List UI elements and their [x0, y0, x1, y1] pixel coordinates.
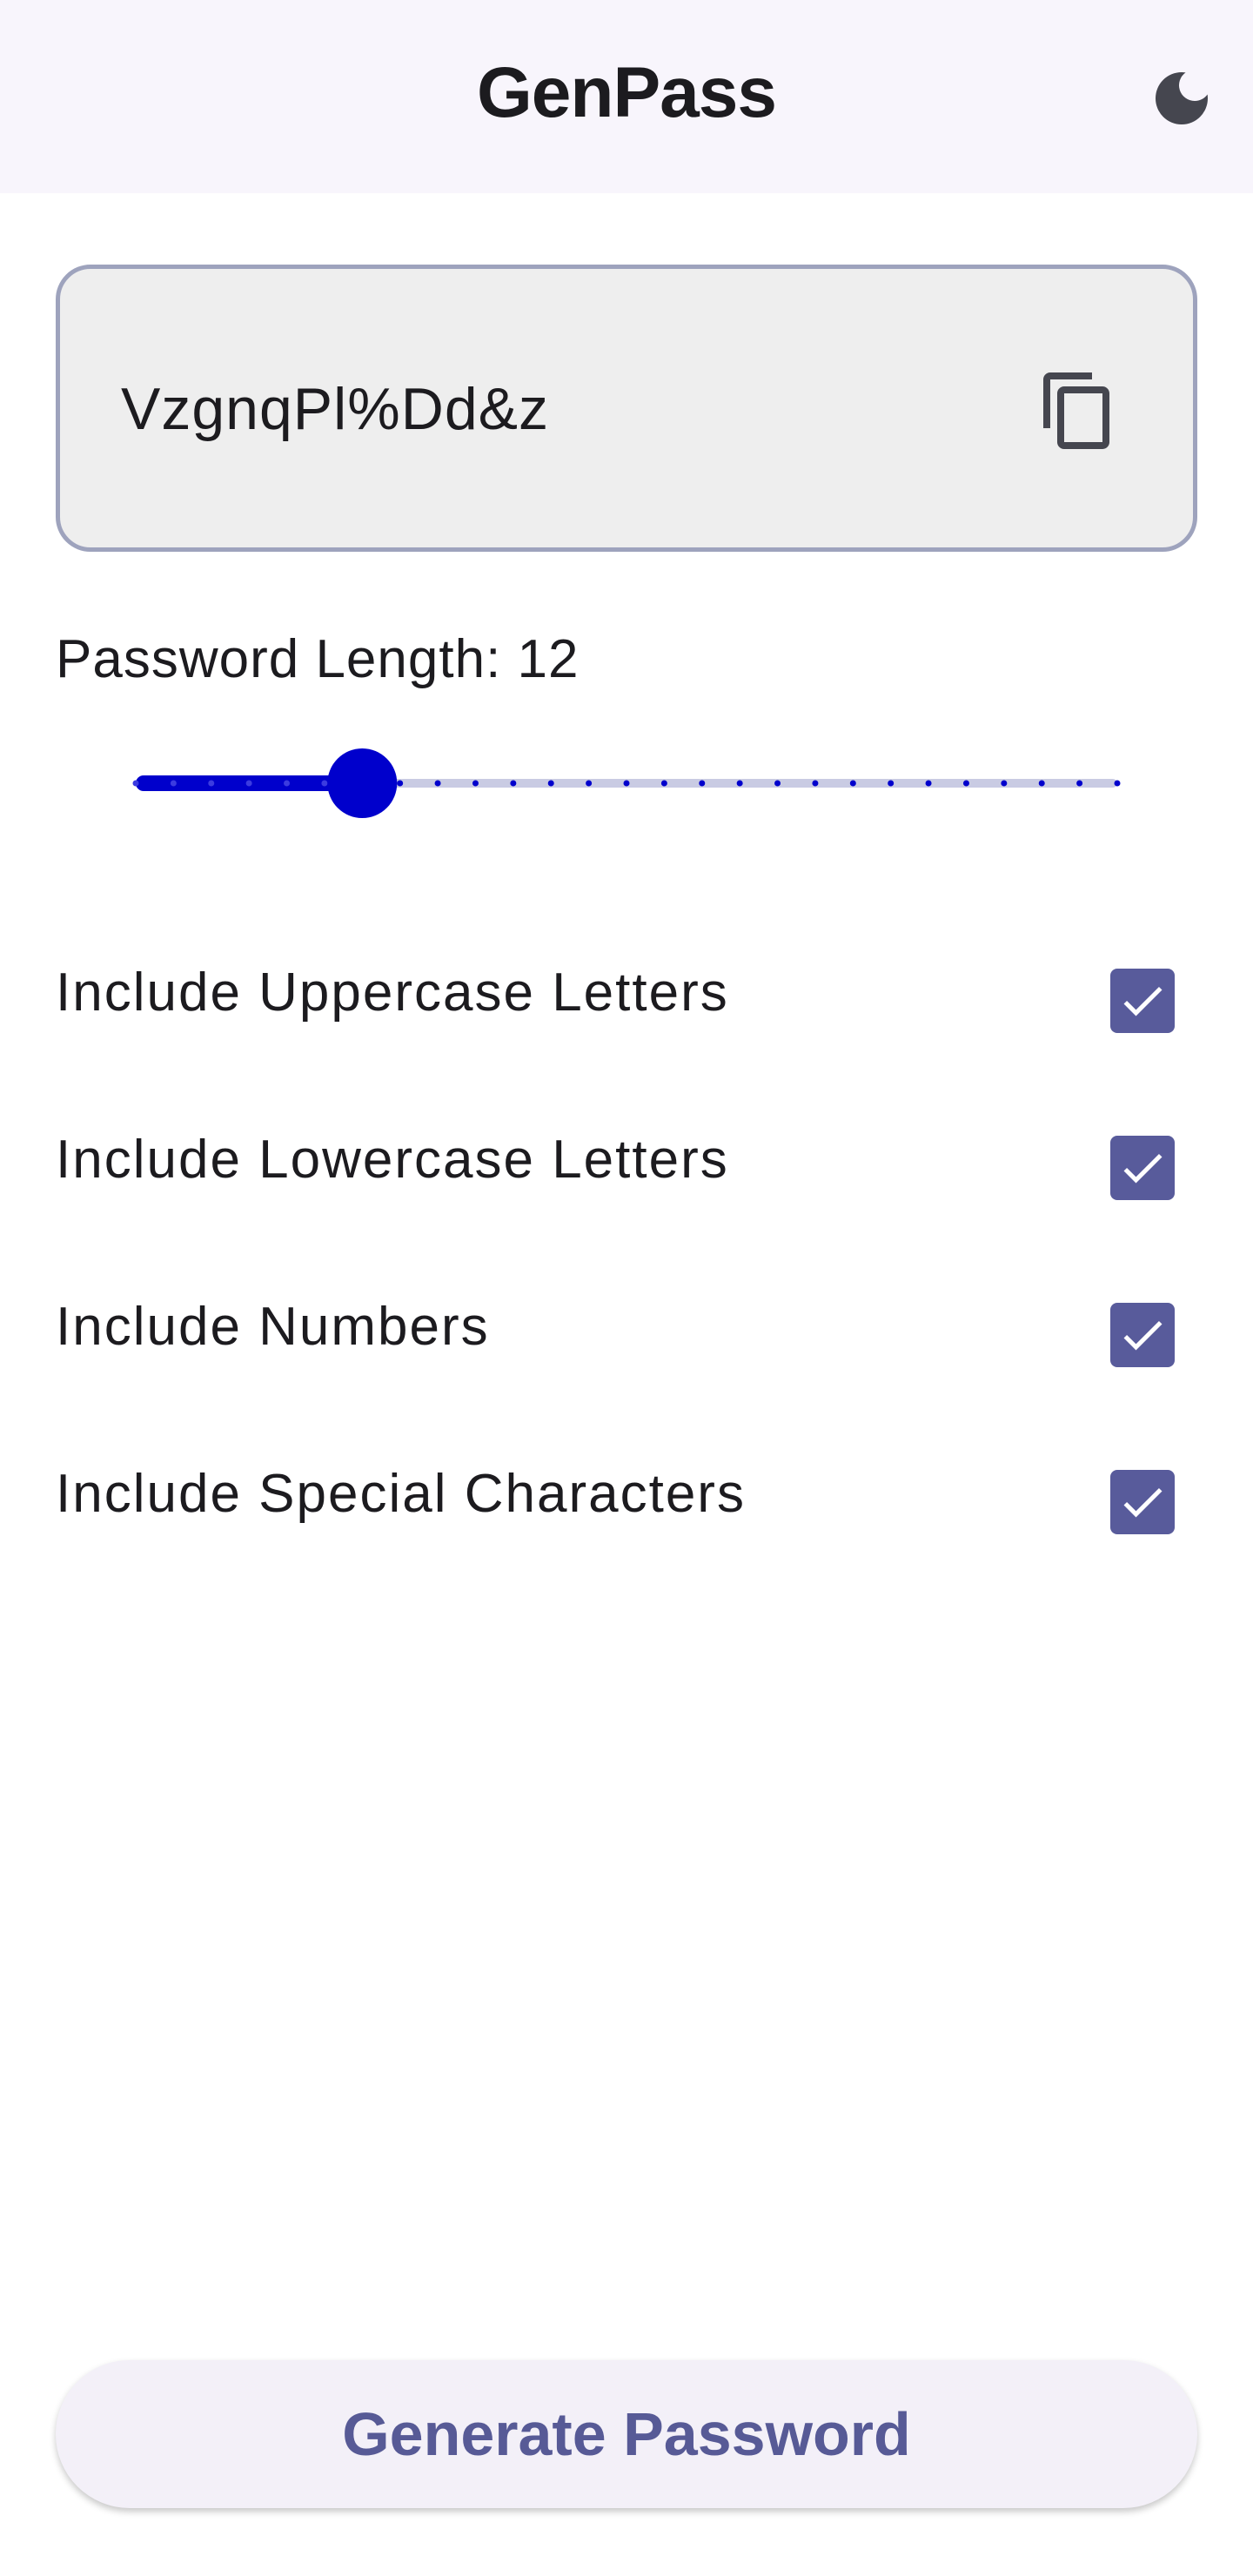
- generate-password-button[interactable]: Generate Password: [56, 2360, 1197, 2508]
- slider-tick: [925, 780, 932, 787]
- slider-tick: [170, 780, 177, 787]
- option-numbers: Include Numbers: [56, 1270, 1197, 1374]
- password-display: VzgnqPl%Dd&z: [56, 265, 1197, 552]
- checkmark-icon: [1123, 986, 1163, 1016]
- generate-password-label: Generate Password: [342, 2400, 911, 2468]
- password-text: VzgnqPl%Dd&z: [121, 376, 550, 442]
- slider-tick: [774, 780, 781, 787]
- slider-tick: [699, 780, 706, 787]
- slider-tick: [397, 780, 404, 787]
- slider-tick: [321, 780, 328, 787]
- slider-tick: [1001, 780, 1008, 787]
- option-lowercase-label: Include Lowercase Letters: [56, 1130, 729, 1190]
- slider-tick: [660, 780, 667, 787]
- option-uppercase: Include Uppercase Letters: [56, 936, 1197, 1040]
- copy-icon: [1043, 372, 1109, 449]
- slider-tick: [812, 780, 819, 787]
- password-length-label: Password Length: 12: [56, 628, 580, 690]
- slider-tick: [1038, 780, 1045, 787]
- slider-tick: [1114, 780, 1121, 787]
- special-checkbox[interactable]: [1110, 1470, 1175, 1534]
- option-special: Include Special Characters: [56, 1437, 1197, 1541]
- slider-tick: [962, 780, 969, 787]
- length-slider[interactable]: [131, 748, 1122, 818]
- slider-tick: [208, 780, 215, 787]
- top-app-bar: GenPass: [0, 0, 1253, 193]
- slider-tick: [547, 780, 554, 787]
- checkmark-icon: [1123, 1153, 1163, 1184]
- slider-tick: [586, 780, 593, 787]
- moon-icon: [1156, 72, 1208, 124]
- slider-tick: [132, 780, 139, 787]
- slider-graphic: [132, 748, 1121, 818]
- option-uppercase-label: Include Uppercase Letters: [56, 963, 729, 1023]
- lowercase-checkbox[interactable]: [1110, 1136, 1175, 1200]
- slider-tick: [736, 780, 743, 787]
- slider-tick: [284, 780, 291, 787]
- uppercase-checkbox[interactable]: [1110, 969, 1175, 1033]
- theme-toggle-button[interactable]: [1140, 57, 1223, 140]
- slider-tick: [623, 780, 630, 787]
- app-title: GenPass: [477, 53, 777, 132]
- option-numbers-label: Include Numbers: [56, 1297, 490, 1357]
- slider-tick: [888, 780, 895, 787]
- checkmark-icon: [1123, 1320, 1163, 1351]
- slider-tick: [245, 780, 252, 787]
- slider-thumb[interactable]: [327, 748, 398, 818]
- checkmark-icon: [1123, 1487, 1163, 1518]
- slider-tick: [849, 780, 856, 787]
- copy-button[interactable]: [1026, 359, 1130, 463]
- numbers-checkbox[interactable]: [1110, 1303, 1175, 1367]
- option-lowercase: Include Lowercase Letters: [56, 1103, 1197, 1207]
- app-screen: GenPass VzgnqPl%Dd&z Password Length: 12…: [0, 0, 1253, 2576]
- slider-tick: [434, 780, 441, 787]
- slider-tick: [510, 780, 517, 787]
- password-length-text: Password Length: 12: [56, 629, 580, 689]
- slider-tick: [472, 780, 479, 787]
- option-special-label: Include Special Characters: [56, 1464, 746, 1524]
- slider-tick: [1076, 780, 1083, 787]
